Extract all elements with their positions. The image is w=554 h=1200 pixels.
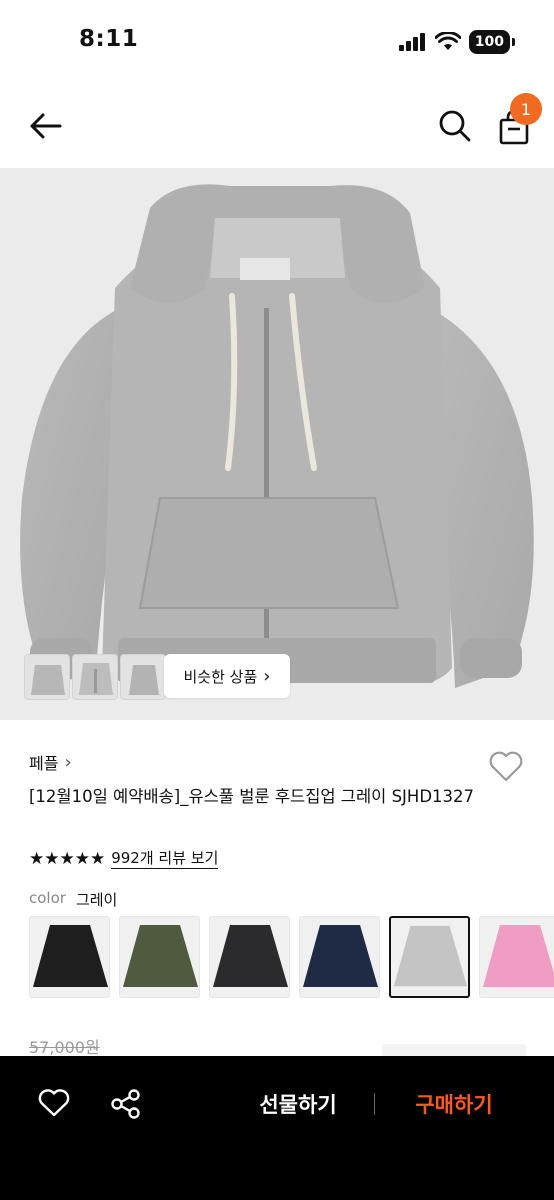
chevron-right-icon: › [64,751,72,773]
rating-row: ★★★★★ 992개 리뷰 보기 [29,848,219,869]
heart-icon[interactable] [37,1088,71,1118]
brand-link[interactable]: 페플 › [29,750,72,774]
wifi-icon [434,32,461,50]
product-title: [12월10일 예약배송]_유스풀 벌룬 후드집업 그레이 SJHD1327 [29,787,475,806]
top-nav [0,84,554,168]
bottom-action-bar: 선물하기 구매하기 [0,1056,554,1200]
color-row: color 그레이 [29,889,117,910]
similar-products-button[interactable]: 비슷한 상품 › [164,654,290,698]
chevron-right-icon: › [263,665,271,687]
share-icon[interactable] [110,1088,142,1120]
swatch-hoodie [483,925,554,987]
thumbnail-3[interactable] [120,654,166,700]
swatch-hoodie [393,925,468,987]
status-time: 8:11 [79,26,139,52]
color-swatch[interactable] [479,916,554,998]
buy-button[interactable]: 구매하기 [400,1086,508,1122]
brand-name: 페플 [29,754,59,773]
swatch-hoodie [123,925,198,987]
signal-icon [398,33,425,51]
cart-count-badge: 1 [510,93,542,125]
status-bar: 8:11 100 [0,0,554,84]
status-icons: 100 [398,30,516,54]
color-swatch[interactable] [209,916,290,998]
divider [374,1093,375,1115]
thumbnail-2[interactable] [72,654,118,700]
color-swatches [29,916,554,1000]
hoodie-illustration [20,184,534,688]
color-swatch-selected[interactable] [389,916,470,998]
original-price: 57,000원 [29,1038,100,1057]
color-swatch[interactable] [119,916,200,998]
color-swatch[interactable] [29,916,110,998]
gift-button[interactable]: 선물하기 [244,1086,352,1122]
similar-products-label: 비슷한 상품 [183,667,258,686]
heart-icon[interactable] [487,748,525,784]
review-link[interactable]: 992개 리뷰 보기 [111,848,219,869]
rating-stars: ★★★★★ [29,848,106,869]
swatch-hoodie [213,925,288,987]
thumbnail-1[interactable] [24,654,70,700]
product-image[interactable]: 비슷한 상품 › [0,168,554,720]
search-icon[interactable] [436,106,474,146]
swatch-hoodie [33,925,108,987]
color-value: 그레이 [75,891,118,909]
battery-icon: 100 [468,30,516,54]
color-swatch[interactable] [299,916,380,998]
swatch-hoodie [303,925,378,987]
back-arrow-icon[interactable] [24,106,66,146]
color-label: color [29,889,66,907]
